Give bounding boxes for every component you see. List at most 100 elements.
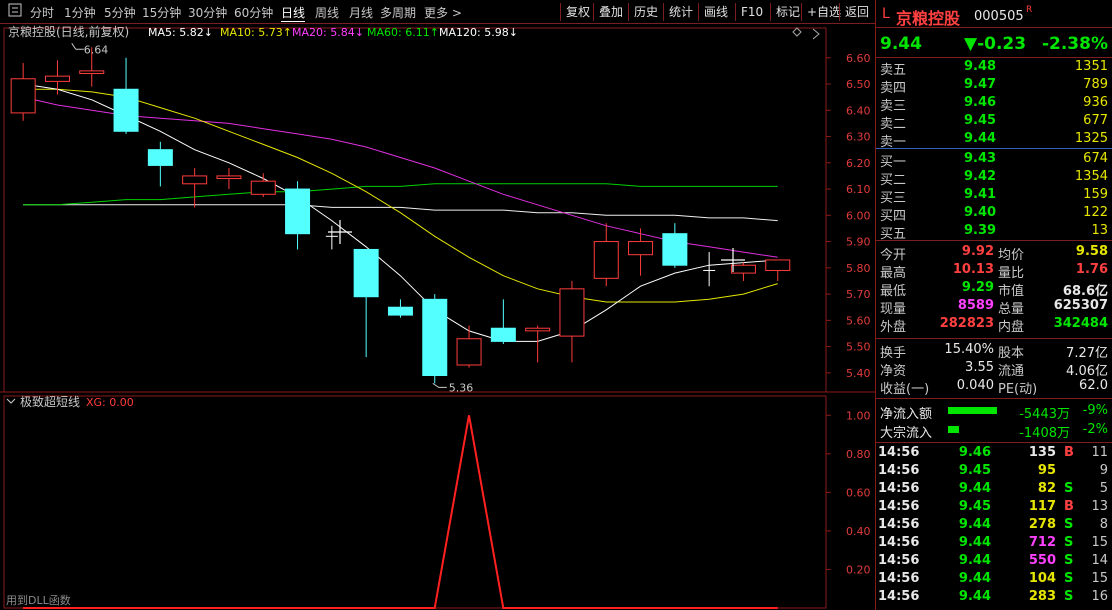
toolbar-button-3[interactable]: 统计	[667, 0, 695, 24]
ask-price: 9.48	[964, 59, 997, 74]
ma-legend-0: MA5: 5.82↓	[148, 26, 213, 39]
period-tab-9[interactable]: 多周期	[380, 4, 416, 21]
flow-label: 净流入额	[880, 407, 933, 422]
tick-count: 15	[1091, 571, 1108, 586]
tick-price: 9.45	[958, 499, 991, 514]
stock-code: 000505	[974, 9, 1024, 24]
candle-body[interactable]	[250, 180, 276, 195]
candle-body[interactable]	[216, 175, 242, 180]
candle-body[interactable]	[730, 264, 756, 274]
ma-legend-3: MA60: 6.11↑	[367, 26, 439, 39]
toolbar-separator	[698, 3, 699, 21]
chevron-right-icon[interactable]	[812, 28, 820, 40]
toolbar-button-6[interactable]: 标记	[774, 0, 802, 24]
period-tab-7[interactable]: 周线	[315, 4, 339, 21]
period-tab-2[interactable]: 5分钟	[104, 4, 136, 21]
stat-value: 625307	[1053, 298, 1108, 313]
candle-body[interactable]	[525, 327, 551, 332]
toolbar-button-2[interactable]: 历史	[632, 0, 660, 24]
menu-icon[interactable]	[8, 3, 22, 20]
toolbar-button-8[interactable]: 返回	[843, 0, 871, 24]
stat-label: 外盘	[880, 320, 907, 335]
period-tab-10[interactable]: 更多 >	[424, 4, 462, 21]
ask-price: 9.45	[964, 113, 997, 128]
ask-price: 9.46	[964, 95, 997, 110]
stock-prefix: L	[882, 6, 890, 22]
bid-volume: 13	[1091, 223, 1108, 238]
fundamental-value: 15.40%	[944, 342, 994, 357]
candle-body[interactable]	[79, 70, 105, 75]
ask-price: 9.47	[964, 77, 997, 92]
toolbar-button-1[interactable]: 叠加	[597, 0, 625, 24]
candle-body[interactable]	[147, 149, 173, 166]
stock-chart-label: 京粮控股(日线,前复权)	[8, 24, 129, 39]
candle-body[interactable]	[559, 288, 585, 337]
candle-body[interactable]	[765, 259, 791, 271]
toolbar-separator	[560, 3, 561, 21]
toolbar-button-0[interactable]: 复权	[564, 0, 592, 24]
candle-body[interactable]	[387, 306, 413, 316]
toolbar-button-5[interactable]: F10	[739, 0, 765, 24]
stat-row: 外盘 282823 内盘 342484	[876, 315, 1112, 335]
period-tab-8[interactable]: 月线	[349, 4, 373, 21]
toolbar-separator	[770, 3, 771, 21]
ma-legend-4: MA120: 5.98↓	[439, 26, 518, 39]
stat-value: 1.76	[1075, 262, 1108, 277]
tick-side: S	[1064, 517, 1074, 532]
ma60-line	[23, 183, 778, 206]
toolbar-separator	[628, 3, 629, 21]
tick-price: 9.44	[958, 535, 991, 550]
stat-row: 现量 8589 总量 625307	[876, 297, 1112, 317]
sub-y-tick-label: 0.20	[846, 563, 871, 576]
diamond-icon[interactable]	[792, 27, 802, 37]
candle-body[interactable]	[628, 241, 654, 256]
panel-divider	[876, 240, 1112, 241]
toolbar-button-4[interactable]: 画线	[702, 0, 730, 24]
fundamental-value: 0.040	[956, 378, 994, 393]
stat-row: 最高 10.13 量比 1.76	[876, 261, 1112, 281]
period-tab-6[interactable]: 日线	[281, 4, 306, 22]
tick-time: 14:56	[878, 553, 920, 568]
fundamental-value: 62.0	[1079, 378, 1108, 393]
candle-body[interactable]	[593, 241, 619, 279]
candle-body[interactable]	[44, 75, 70, 82]
period-tab-5[interactable]: 60分钟	[234, 4, 273, 21]
y-tick-label: 6.50	[846, 78, 871, 91]
y-tick-label: 6.40	[846, 104, 871, 117]
candle-body[interactable]	[490, 327, 516, 342]
kline-chart[interactable]: 6.60 6.50 6.40 6.30 6.20 6.10 6.00 5.90 5.80 5.70…	[0, 24, 875, 610]
candle-body[interactable]	[456, 338, 482, 366]
ask-volume: 677	[1083, 113, 1108, 128]
panel-divider	[876, 338, 1112, 339]
y-tick-label: 5.90	[846, 236, 871, 249]
bid-volume: 159	[1083, 187, 1108, 202]
toolbar-button-7[interactable]: +自选	[805, 0, 843, 24]
candle-body[interactable]	[182, 175, 208, 185]
tick-volume: 104	[1028, 571, 1056, 586]
candle-body[interactable]	[422, 298, 448, 376]
period-tab-3[interactable]: 15分钟	[142, 4, 181, 21]
period-tab-1[interactable]: 1分钟	[64, 4, 96, 21]
tick-volume: 135	[1028, 445, 1056, 460]
bid-volume: 674	[1083, 151, 1108, 166]
candle-body[interactable]	[285, 188, 311, 235]
y-tick-label: 6.30	[846, 131, 871, 144]
candle-body[interactable]	[113, 88, 139, 132]
ask-price: 9.44	[964, 131, 997, 146]
ma-legend-2: MA20: 5.84↓	[292, 26, 364, 39]
tick-count: 5	[1099, 481, 1108, 496]
tick-row: 14:56 9.44 550 S 14	[876, 552, 1112, 570]
period-tab-4[interactable]: 30分钟	[188, 4, 227, 21]
quote-panel: L 京粮控股 000505 R 9.44 ▼-0.23 -2.38% 卖五 9.48 1351 卖四…	[875, 0, 1112, 610]
y-tick-label: 6.10	[846, 183, 871, 196]
candle-body[interactable]	[662, 233, 688, 266]
tick-row: 14:56 9.44 283 S 16	[876, 588, 1112, 606]
candle-body[interactable]	[10, 78, 36, 114]
book-midline	[876, 148, 1112, 149]
stat-row: 最低 9.29 市值 68.6亿	[876, 279, 1112, 299]
candle-body[interactable]	[353, 248, 379, 298]
tick-count: 8	[1099, 517, 1108, 532]
chevron-down-icon[interactable]	[6, 398, 16, 404]
ask-volume: 936	[1083, 95, 1108, 110]
period-tab-0[interactable]: 分时	[30, 4, 54, 21]
